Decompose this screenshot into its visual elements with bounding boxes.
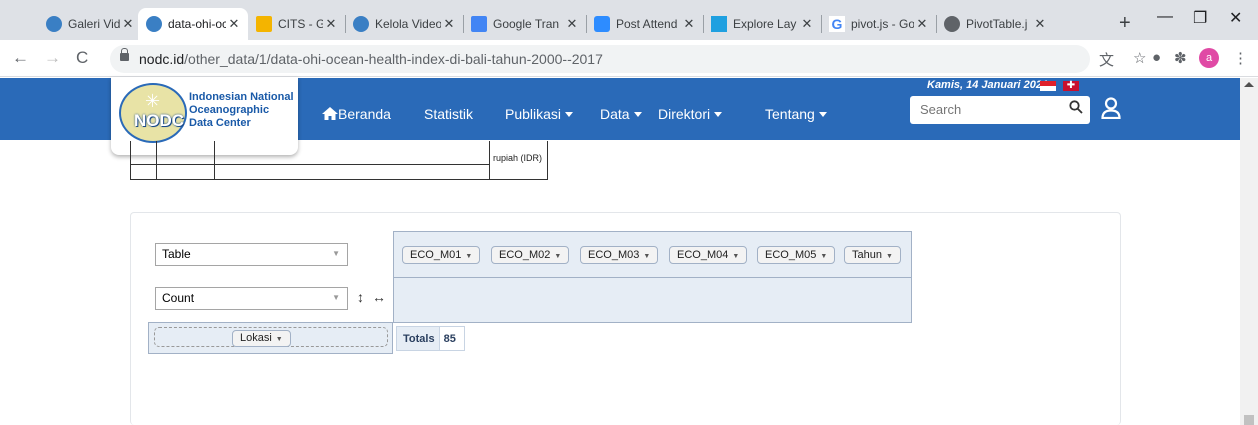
logo-title: Indonesian National Oceanographic Data C… — [189, 91, 294, 129]
layout-icon — [711, 16, 727, 32]
totals-label: Totals — [397, 327, 440, 350]
browser-tab[interactable]: Galeri Video ✕ — [38, 8, 142, 40]
lock-icon — [120, 48, 129, 61]
caret-down-icon — [565, 112, 574, 117]
globe-icon — [944, 16, 960, 32]
browser-tab[interactable]: CITS - Goog ✕ — [248, 8, 345, 40]
caret-down-icon — [714, 112, 723, 117]
extension-circle-icon[interactable]: ● — [1152, 49, 1161, 66]
logo-emblem: ✳ NODC — [119, 83, 187, 143]
browser-toolbar: ← → C nodc.id/other_data/1/data-ohi-ocea… — [0, 40, 1258, 77]
triangle-down-icon[interactable]: ▼ — [465, 253, 472, 260]
table-cell — [157, 141, 215, 179]
triangle-down-icon[interactable]: ▼ — [820, 253, 827, 260]
browser-tab[interactable]: Kelola Video ✕ — [345, 8, 463, 40]
attr-lokasi[interactable]: Lokasi ▼ — [232, 330, 291, 347]
totals-value: 85 — [443, 333, 456, 345]
nav-item-beranda[interactable]: Beranda — [322, 106, 391, 122]
triangle-down-icon[interactable]: ▼ — [554, 253, 561, 260]
table-cell — [215, 141, 490, 179]
home-icon — [322, 107, 338, 120]
tab-favicon-icon — [353, 16, 369, 32]
row-order-vertical-icon[interactable]: ↕ — [357, 289, 364, 305]
close-icon[interactable]: ✕ — [1032, 16, 1048, 32]
google-translate-icon — [471, 16, 487, 32]
close-icon[interactable]: ✕ — [226, 16, 242, 32]
profile-avatar[interactable]: a — [1199, 48, 1219, 68]
browser-tab-strip: Galeri Video ✕ data-ohi-oc ✕ CITS - Goog… — [0, 0, 1258, 40]
forward-icon[interactable]: → — [44, 48, 61, 68]
close-icon[interactable]: ✕ — [120, 16, 136, 32]
attr-eco-m04[interactable]: ECO_M04 ▼ — [669, 246, 748, 264]
triangle-down-icon[interactable]: ▼ — [732, 253, 739, 260]
nav-item-publikasi[interactable]: Publikasi — [505, 106, 574, 122]
current-date: Kamis, 14 Januari 2021 — [927, 79, 1049, 91]
url-text[interactable]: nodc.id/other_data/1/data-ohi-ocean-heal… — [139, 51, 603, 67]
menu-dots-icon[interactable]: ⋮ — [1233, 49, 1248, 67]
close-icon[interactable]: ✕ — [441, 16, 457, 32]
search-icon[interactable] — [1069, 100, 1083, 114]
google-icon: G — [829, 16, 845, 32]
attr-eco-m03[interactable]: ECO_M03 ▼ — [580, 246, 659, 264]
user-icon[interactable] — [1101, 97, 1121, 119]
browser-tab[interactable]: Post Attend ✕ — [586, 8, 703, 40]
metadata-table-fragment: rupiah (IDR) — [130, 141, 548, 180]
dropdown-arrow-icon: ▼ — [332, 293, 340, 302]
tab-favicon-icon — [46, 16, 62, 32]
attr-tahun[interactable]: Tahun ▼ — [844, 246, 901, 264]
flag-uk-icon[interactable]: ✚ — [1063, 81, 1079, 91]
bookmark-star-icon[interactable]: ☆ — [1133, 49, 1146, 67]
aggregator-select[interactable]: Count ▼ — [155, 287, 348, 310]
address-bar[interactable]: nodc.id/other_data/1/data-ohi-ocean-heal… — [110, 45, 1090, 73]
close-icon[interactable]: ✕ — [323, 16, 339, 32]
attr-eco-m05[interactable]: ECO_M05 ▼ — [757, 246, 836, 264]
caret-down-icon — [633, 112, 642, 117]
zoom-icon — [594, 16, 610, 32]
browser-tab[interactable]: Google Tran ✕ — [463, 8, 586, 40]
dropdown-arrow-icon: ▼ — [332, 249, 340, 258]
reload-icon[interactable]: C — [76, 48, 88, 68]
renderer-select[interactable]: Table ▼ — [155, 243, 348, 266]
nav-item-tentang[interactable]: Tentang — [765, 106, 827, 122]
close-icon[interactable]: ✕ — [681, 16, 697, 32]
search-input[interactable] — [920, 102, 1060, 117]
close-icon[interactable]: ✕ — [564, 16, 580, 32]
triangle-down-icon[interactable]: ▼ — [643, 253, 650, 260]
star-icon: ✳ — [145, 91, 161, 111]
browser-tab[interactable]: PivotTable.j ✕ — [936, 8, 1054, 40]
triangle-down-icon[interactable]: ▼ — [886, 253, 893, 260]
nav-item-data[interactable]: Data — [600, 106, 642, 122]
new-tab-button[interactable]: + — [1119, 12, 1131, 35]
attr-eco-m01[interactable]: ECO_M01 ▼ — [402, 246, 481, 264]
back-icon[interactable]: ← — [12, 48, 29, 68]
page-scrollbar[interactable] — [1240, 78, 1258, 425]
scroll-up-icon[interactable] — [1244, 82, 1254, 87]
translate-icon[interactable]: ⽂ — [1099, 49, 1114, 70]
table-cell — [131, 141, 157, 179]
caret-down-icon — [818, 112, 827, 117]
extensions-puzzle-icon[interactable]: ✽ — [1174, 49, 1187, 67]
attr-eco-m02[interactable]: ECO_M02 ▼ — [491, 246, 570, 264]
nav-item-statistik[interactable]: Statistik — [424, 106, 473, 122]
window-close-icon[interactable]: ✕ — [1229, 8, 1242, 28]
google-drive-icon — [256, 16, 272, 32]
tab-favicon-icon — [146, 16, 162, 32]
flag-indonesia-icon[interactable] — [1040, 81, 1056, 91]
browser-tab[interactable]: Explore Lay ✕ — [703, 8, 821, 40]
unit-cell: rupiah (IDR) — [493, 153, 543, 163]
triangle-down-icon[interactable]: ▼ — [276, 336, 283, 343]
browser-tab-active[interactable]: data-ohi-oc ✕ — [138, 8, 248, 40]
minimize-icon[interactable]: — — [1157, 8, 1173, 26]
search-box — [910, 96, 1090, 124]
close-icon[interactable]: ✕ — [914, 16, 930, 32]
restore-icon[interactable]: ❐ — [1193, 8, 1207, 28]
nav-item-direktori[interactable]: Direktori — [658, 106, 723, 122]
col-order-horizontal-icon[interactable]: ↔ — [372, 289, 386, 305]
browser-tab[interactable]: G pivot.js - Go ✕ — [821, 8, 936, 40]
scroll-thumb[interactable] — [1244, 415, 1254, 425]
close-icon[interactable]: ✕ — [799, 16, 815, 32]
pivot-values-area — [393, 277, 912, 323]
pivot-totals-row: Totals 85 — [396, 326, 465, 351]
